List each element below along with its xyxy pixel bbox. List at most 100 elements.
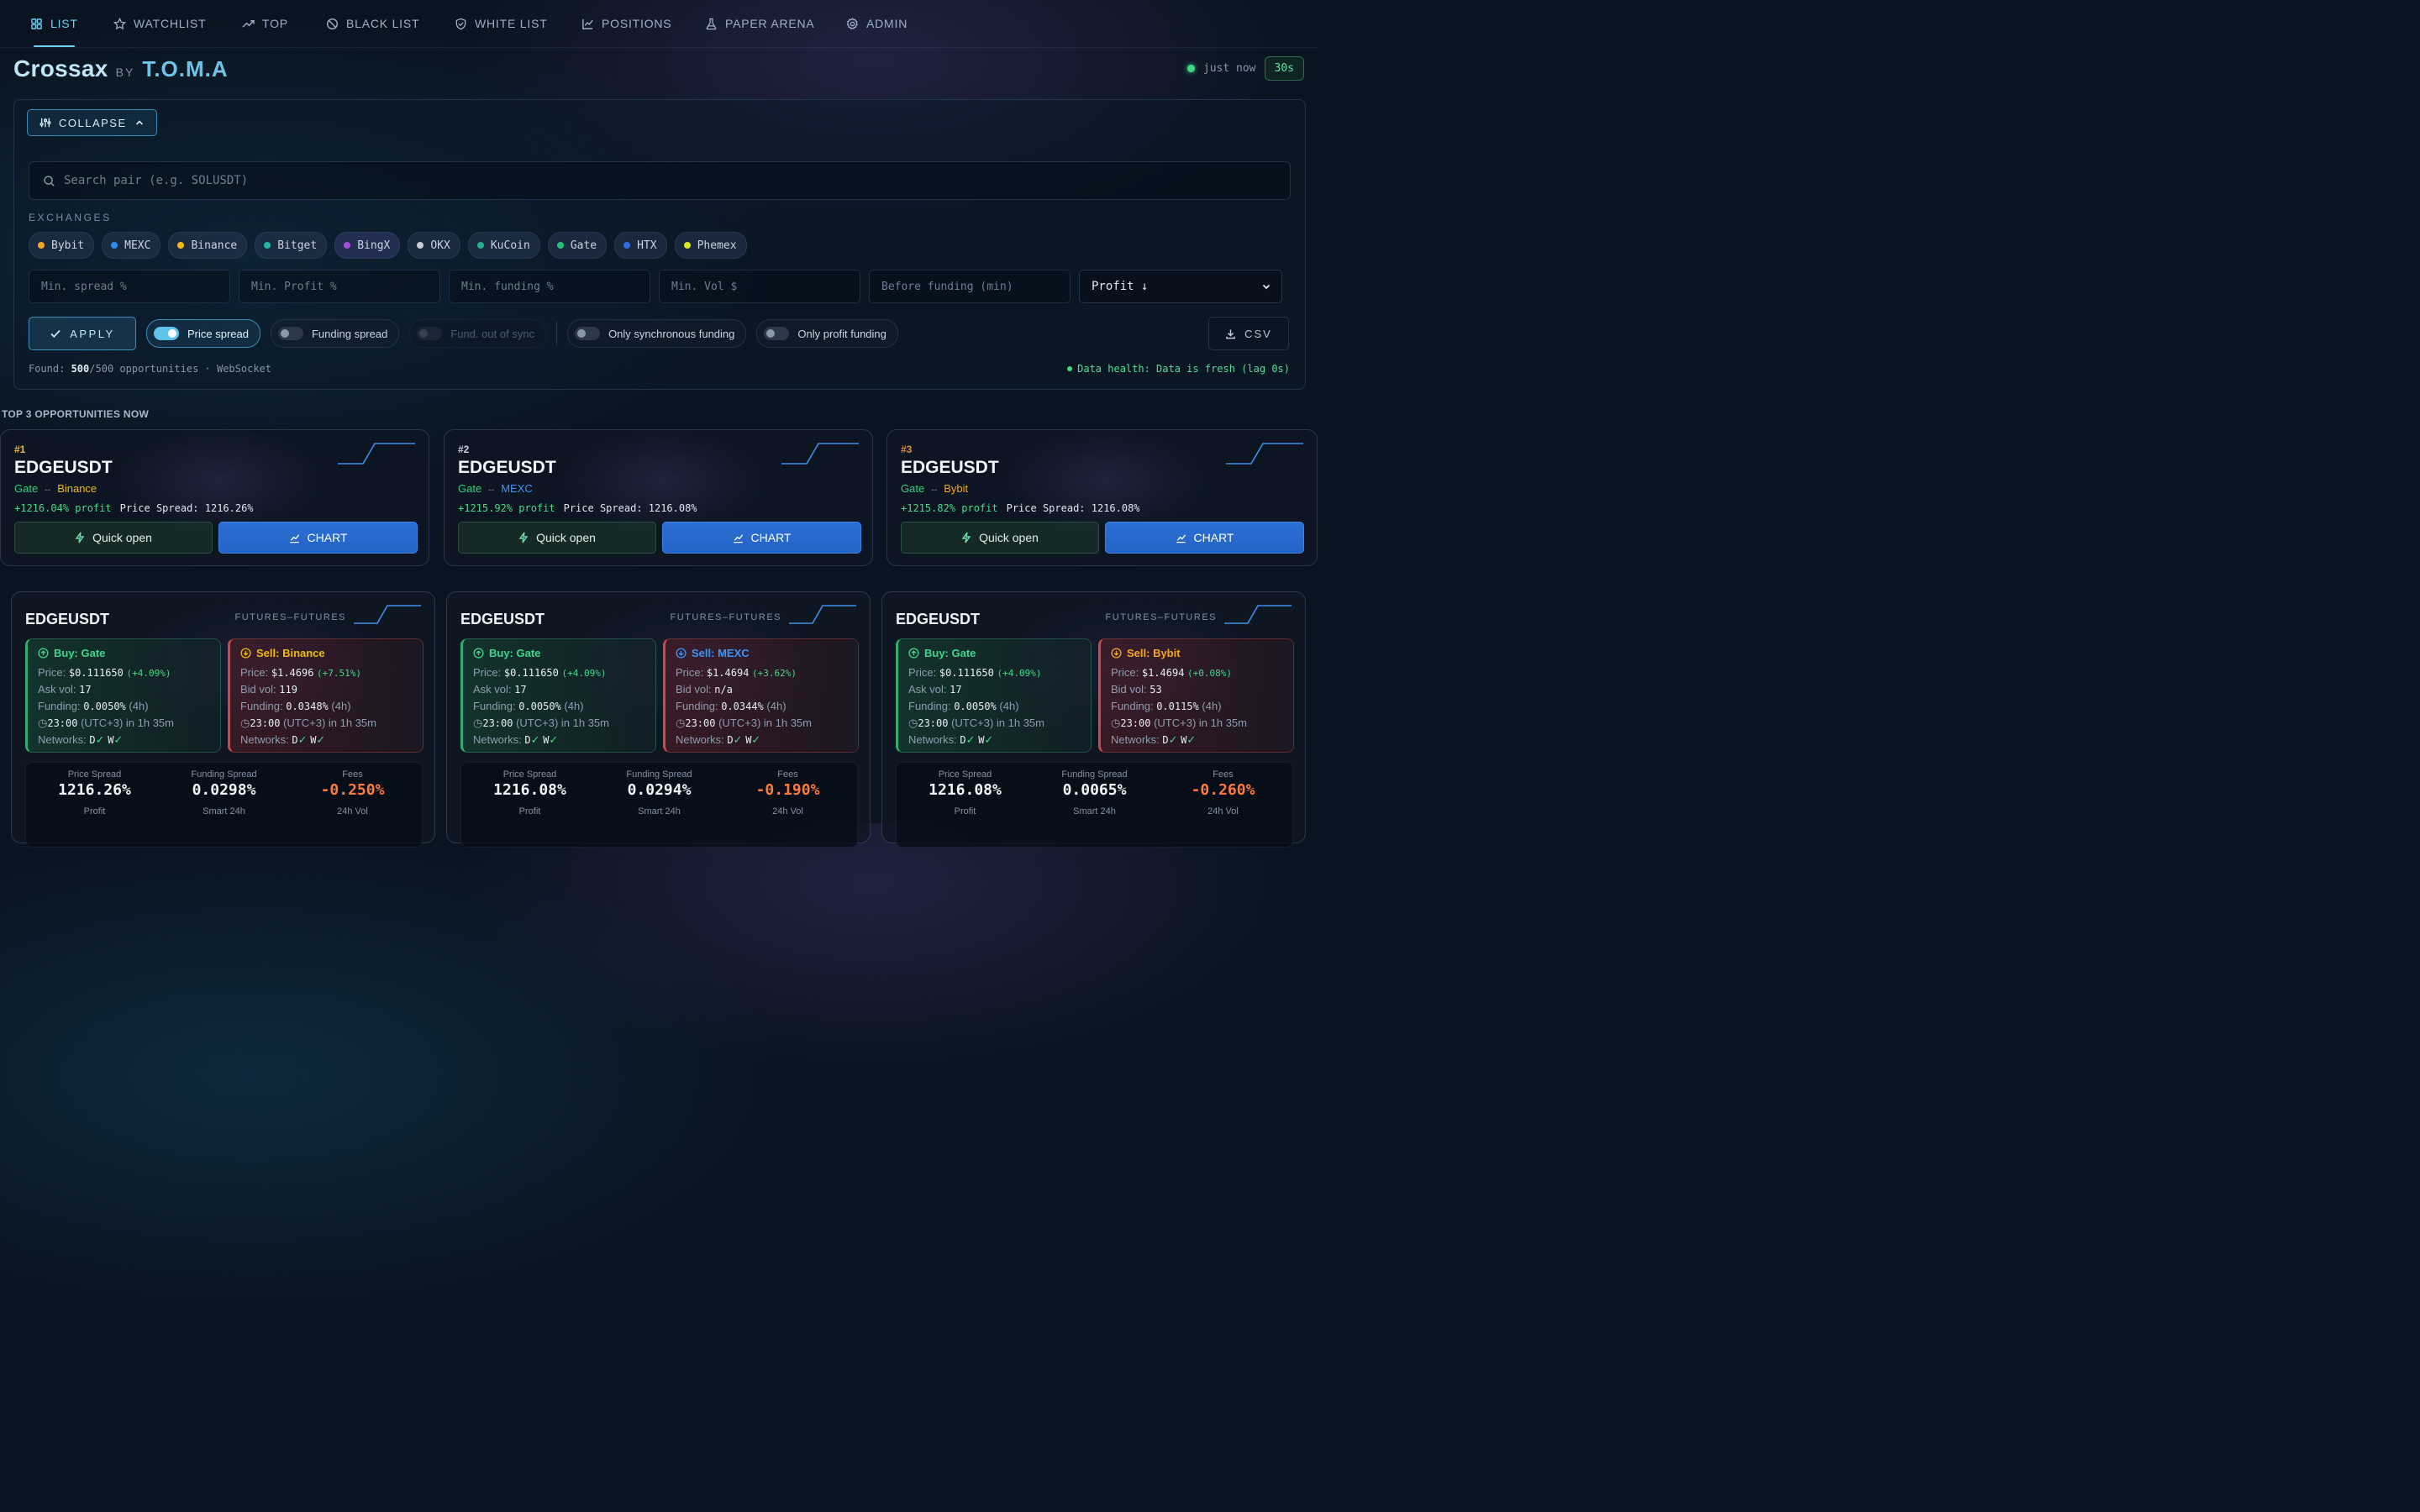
exchange-dot — [683, 242, 691, 249]
toggle-price-spread[interactable]: Price spread — [146, 319, 260, 348]
price-change: (+4.09%) — [126, 668, 171, 679]
exchange-chip-binance[interactable]: Binance — [168, 232, 248, 259]
sell-title: Sell: Bybit — [1127, 647, 1181, 659]
top-card-2[interactable]: #2 EDGEUSDT Gate ↔ MEXC +1215.92% profit Pr… — [444, 429, 873, 566]
nav-top[interactable]: TOP — [242, 0, 288, 47]
stat-label: Smart 24h — [203, 806, 245, 816]
networks-label: Networks: — [38, 733, 87, 746]
lightning-icon — [961, 532, 971, 543]
stat-smart-24h: Smart 24h — [593, 806, 725, 816]
chart-icon — [733, 533, 743, 543]
exchange-label: OKX — [430, 239, 450, 252]
exchange-label: MEXC — [124, 239, 151, 252]
search-icon — [44, 175, 55, 186]
exchange-label: Bybit — [51, 239, 85, 252]
found-count: 500 — [71, 363, 90, 375]
volume-line: Ask vol: 17 — [38, 681, 210, 698]
exchange-chip-bitget[interactable]: Bitget — [255, 232, 328, 259]
stat-label: Price Spread — [502, 769, 557, 780]
search-input[interactable]: Search pair (e.g. SOLUSDT) — [29, 161, 1291, 200]
min-funding-input[interactable]: Min. funding % — [449, 270, 650, 303]
arrows-icon: ↔ — [487, 483, 497, 494]
stat-funding-spread: Funding Spread 0.0298% — [158, 769, 290, 799]
exchange-chips: Bybit MEXC Binance Bitget BingX OKX KuCo… — [29, 232, 747, 259]
nav-list[interactable]: LIST — [30, 0, 78, 47]
sort-select[interactable]: Profit ↓ — [1079, 270, 1282, 303]
stat-label: Profit — [83, 806, 106, 816]
top-card-1[interactable]: #1 EDGEUSDT Gate ↔ Binance +1216.04% profi… — [0, 429, 429, 566]
funding-period: (4h) — [999, 700, 1019, 712]
exchange-chip-gate[interactable]: Gate — [547, 232, 608, 259]
chart-label: CHART — [750, 531, 792, 544]
stat-value: 1216.08% — [929, 781, 1002, 799]
exchange-chip-bybit[interactable]: Bybit — [29, 232, 95, 259]
sort-value: Profit ↓ — [1092, 280, 1149, 293]
sparkline-chart — [1226, 443, 1303, 465]
nav-label: PAPER ARENA — [725, 17, 815, 30]
exchange-label: KuCoin — [490, 239, 530, 252]
min-spread-input[interactable]: Min. spread % — [29, 270, 230, 303]
switch — [154, 327, 179, 340]
apply-button[interactable]: APPLY — [29, 317, 136, 350]
exchange-chip-mexc[interactable]: MEXC — [102, 232, 161, 259]
volume-label: Bid vol: — [676, 683, 712, 696]
quick-open-button[interactable]: Quick open — [458, 522, 656, 554]
quick-open-button[interactable]: Quick open — [14, 522, 213, 554]
stat-profit: Profit — [29, 806, 160, 816]
min-profit-input[interactable]: Min. Profit % — [239, 270, 440, 303]
market-type: FUTURES–FUTURES — [234, 612, 346, 622]
exchange-chip-phemex[interactable]: Phemex — [674, 232, 747, 259]
refresh-interval-button[interactable]: 30s — [1264, 56, 1304, 81]
arrow-up-circle-icon — [908, 648, 919, 659]
sparkline-chart — [1224, 605, 1292, 624]
collapse-button[interactable]: COLLAPSE — [27, 109, 157, 136]
nav-white-list[interactable]: WHITE LIST — [455, 0, 548, 47]
min-volume-input[interactable]: Min. Vol $ — [659, 270, 860, 303]
check-icon: ✓ — [113, 733, 124, 746]
quick-open-button[interactable]: Quick open — [901, 522, 1099, 554]
exchange-chip-okx[interactable]: OKX — [408, 232, 460, 259]
exchange-chip-bingx[interactable]: BingX — [334, 232, 401, 259]
stat-price-spread: Price Spread 1216.08% — [899, 769, 1031, 799]
exchange-dot — [623, 242, 631, 249]
nav-admin[interactable]: ADMIN — [846, 0, 908, 47]
exchange-dot — [344, 242, 351, 249]
funding-value: 0.0344% — [721, 701, 764, 712]
gear-icon — [846, 17, 858, 29]
csv-export-button[interactable]: CSV — [1208, 317, 1289, 350]
funding-countdown: (UTC+3) in 1h 35m — [718, 717, 812, 729]
networks-label: Networks: — [676, 733, 724, 746]
buy-header: Buy: Gate — [908, 647, 1081, 659]
chart-button[interactable]: CHART — [1105, 522, 1304, 554]
collapse-label: COLLAPSE — [59, 116, 127, 129]
toggle-only-profit-funding[interactable]: Only profit funding — [756, 319, 898, 348]
chart-button[interactable]: CHART — [662, 522, 861, 554]
toggle-only-synchronous-funding[interactable]: Only synchronous funding — [567, 319, 747, 348]
price-line: Price: $1.4694 (+0.08%) — [1111, 666, 1233, 679]
profit-value: +1216.04% profit — [14, 502, 112, 514]
funding-time: 23:00 — [482, 717, 513, 729]
chart-button[interactable]: CHART — [218, 522, 418, 554]
exchange-chip-kucoin[interactable]: KuCoin — [467, 232, 540, 259]
profit-value: +1215.82% profit — [901, 502, 998, 514]
rank-badge: #2 — [458, 444, 470, 455]
check-icon: ✓ — [530, 733, 540, 746]
stat-label: Fees — [1213, 769, 1234, 780]
nav-watchlist[interactable]: WATCHLIST — [113, 0, 207, 47]
nav-black-list[interactable]: BLACK LIST — [326, 0, 419, 47]
toggle-funding-spread[interactable]: Funding spread — [270, 319, 400, 348]
funding-line: Funding: 0.0050% (4h) — [908, 700, 1019, 712]
switch — [575, 327, 601, 340]
exchange-chip-htx[interactable]: HTX — [614, 232, 667, 259]
nav-paper-arena[interactable]: PAPER ARENA — [705, 0, 815, 47]
top-card-3[interactable]: #3 EDGEUSDT Gate ↔ Bybit +1215.82% profit P… — [886, 429, 1318, 566]
networks-label: Networks: — [1111, 733, 1160, 746]
line-chart-icon — [582, 18, 593, 29]
top-opportunities-title: TOP 3 OPPORTUNITIES NOW — [2, 408, 150, 420]
funding-time-line: ◷23:00 (UTC+3) in 1h 35m — [676, 715, 848, 732]
before-funding-input[interactable]: Before funding (min) — [869, 270, 1071, 303]
volume-label: Ask vol: — [908, 683, 947, 696]
nav-positions[interactable]: POSITIONS — [581, 0, 671, 47]
stat-value: 0.0294% — [627, 781, 692, 799]
stat-value: 0.0065% — [1062, 781, 1127, 799]
